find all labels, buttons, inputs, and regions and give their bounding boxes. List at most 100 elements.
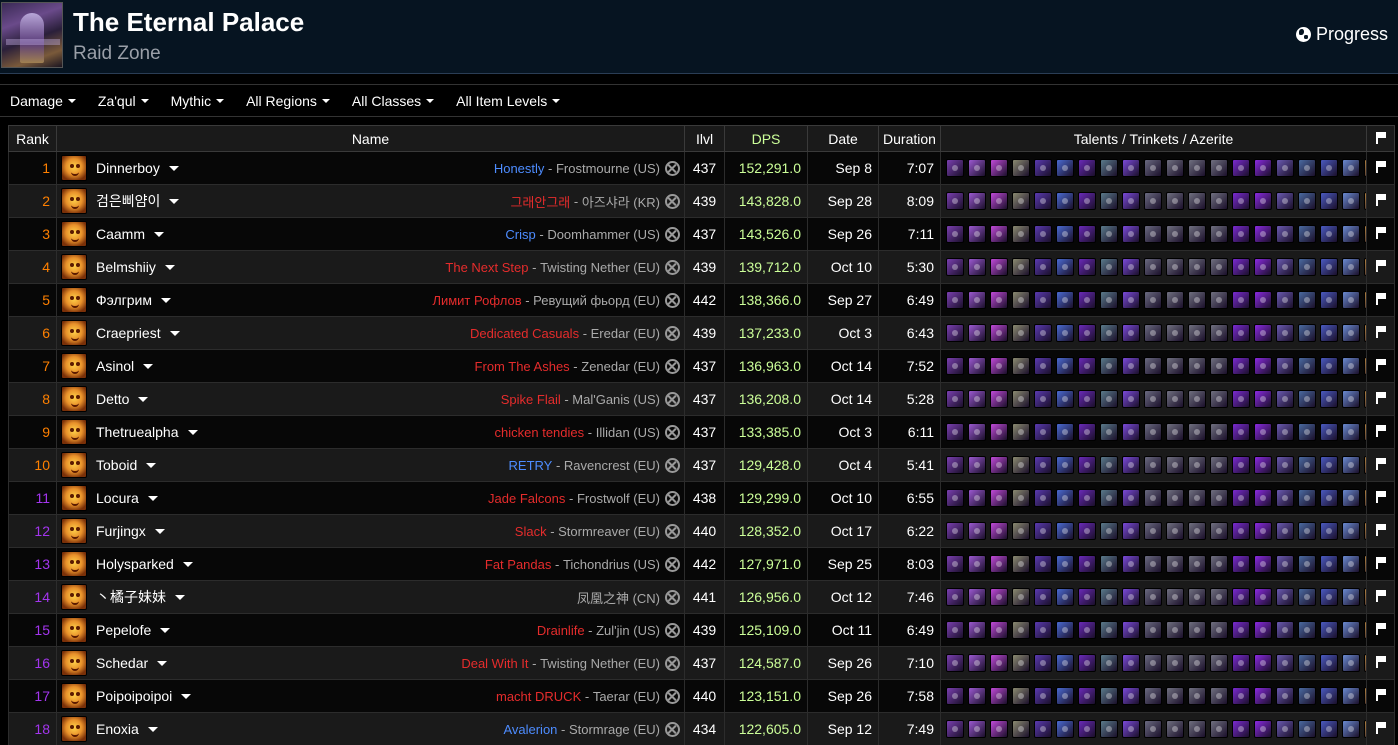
azerite-icon[interactable] <box>1210 489 1228 507</box>
talent-icon[interactable] <box>1012 324 1030 342</box>
flag-cell[interactable] <box>1366 349 1395 383</box>
flag-icon[interactable] <box>1375 524 1386 536</box>
azerite-icon[interactable] <box>1254 192 1272 210</box>
azerite-icon[interactable] <box>1342 720 1360 738</box>
azerite-icon[interactable] <box>1232 192 1250 210</box>
azerite-icon[interactable] <box>1210 357 1228 375</box>
azerite-icon[interactable] <box>1254 555 1272 573</box>
azerite-icon[interactable] <box>1210 258 1228 276</box>
azerite-icon[interactable] <box>1276 357 1294 375</box>
caret-down-icon[interactable] <box>157 660 168 666</box>
talent-icon[interactable] <box>968 720 986 738</box>
talent-icon[interactable] <box>1034 390 1052 408</box>
guild-name[interactable]: Dedicated Casuals <box>470 326 579 341</box>
azerite-icon[interactable] <box>1188 258 1206 276</box>
azerite-icon[interactable] <box>1298 654 1316 672</box>
close-icon[interactable] <box>665 655 680 671</box>
talent-icon[interactable] <box>1100 390 1118 408</box>
azerite-icon[interactable] <box>1210 621 1228 639</box>
azerite-icon[interactable] <box>1276 159 1294 177</box>
guild-name[interactable]: Jade Falcons <box>488 491 565 506</box>
talent-icon[interactable] <box>946 324 964 342</box>
talent-icon[interactable] <box>990 357 1008 375</box>
talent-icon[interactable] <box>1034 225 1052 243</box>
duration-cell[interactable]: 7:52 <box>878 349 941 383</box>
azerite-icon[interactable] <box>1232 456 1250 474</box>
duration-cell[interactable]: 6:11 <box>878 415 941 449</box>
talent-icon[interactable] <box>1100 225 1118 243</box>
table-row[interactable]: 4 Belmshiiy The Next Step - Twisting Nethe… <box>8 250 1395 284</box>
caret-down-icon[interactable] <box>168 165 179 171</box>
talent-icon[interactable] <box>946 522 964 540</box>
talent-icon[interactable] <box>1122 522 1140 540</box>
guild-name[interactable]: macht DRUCK <box>496 689 581 704</box>
table-row[interactable]: 8 Detto Spike Flail - Mal'Ganis (US) 437 136… <box>8 382 1395 416</box>
talent-icon[interactable] <box>1078 423 1096 441</box>
flag-cell[interactable] <box>1366 184 1395 218</box>
talent-icon[interactable] <box>1100 324 1118 342</box>
talent-icon[interactable] <box>946 720 964 738</box>
azerite-icon[interactable] <box>1320 456 1338 474</box>
close-icon[interactable] <box>665 259 680 275</box>
talent-icon[interactable] <box>1056 621 1074 639</box>
flag-cell[interactable] <box>1366 448 1395 482</box>
trinket-icon[interactable] <box>1166 687 1184 705</box>
filter-item-level[interactable]: All Item Levels <box>456 93 561 109</box>
azerite-icon[interactable] <box>1210 720 1228 738</box>
flag-icon[interactable] <box>1375 590 1386 602</box>
player-name[interactable]: Фэлгрим <box>96 292 152 308</box>
talent-icon[interactable] <box>1034 258 1052 276</box>
azerite-icon[interactable] <box>1254 456 1272 474</box>
talent-icon[interactable] <box>1012 621 1030 639</box>
talent-icon[interactable] <box>1078 588 1096 606</box>
talent-icon[interactable] <box>1100 258 1118 276</box>
col-duration[interactable]: Duration <box>878 125 941 152</box>
close-icon[interactable] <box>665 721 680 737</box>
azerite-icon[interactable] <box>1232 522 1250 540</box>
talent-icon[interactable] <box>1122 258 1140 276</box>
talent-icon[interactable] <box>1122 423 1140 441</box>
caret-down-icon[interactable] <box>143 363 154 369</box>
guild-name[interactable]: Лимит Рофлов <box>432 293 521 308</box>
duration-cell[interactable]: 6:49 <box>878 283 941 317</box>
azerite-icon[interactable] <box>1232 654 1250 672</box>
azerite-icon[interactable] <box>1342 456 1360 474</box>
guild-name[interactable]: chicken tendies <box>495 425 585 440</box>
trinket-icon[interactable] <box>1166 258 1184 276</box>
azerite-icon[interactable] <box>1232 555 1250 573</box>
azerite-icon[interactable] <box>1188 291 1206 309</box>
azerite-icon[interactable] <box>1320 522 1338 540</box>
azerite-icon[interactable] <box>1298 390 1316 408</box>
azerite-icon[interactable] <box>1276 654 1294 672</box>
talent-icon[interactable] <box>1122 555 1140 573</box>
talent-icon[interactable] <box>1078 555 1096 573</box>
talent-icon[interactable] <box>968 390 986 408</box>
player-name[interactable]: Belmshiiy <box>96 259 156 275</box>
azerite-icon[interactable] <box>1320 159 1338 177</box>
azerite-icon[interactable] <box>1254 654 1272 672</box>
table-row[interactable]: 17 Poipoipoipoi macht DRUCK - Taerar (EU) 4… <box>8 679 1395 713</box>
azerite-icon[interactable] <box>1254 357 1272 375</box>
talent-icon[interactable] <box>968 687 986 705</box>
talent-icon[interactable] <box>1122 456 1140 474</box>
talent-icon[interactable] <box>1122 324 1140 342</box>
talent-icon[interactable] <box>1100 588 1118 606</box>
guild-name[interactable]: Slack <box>515 524 547 539</box>
azerite-icon[interactable] <box>1276 225 1294 243</box>
azerite-icon[interactable] <box>1342 654 1360 672</box>
azerite-icon[interactable] <box>1320 192 1338 210</box>
flag-cell[interactable] <box>1366 217 1395 251</box>
azerite-icon[interactable] <box>1298 555 1316 573</box>
talent-icon[interactable] <box>1056 522 1074 540</box>
azerite-icon[interactable] <box>1254 225 1272 243</box>
col-rank[interactable]: Rank <box>8 125 57 152</box>
filter-class[interactable]: All Classes <box>352 93 435 109</box>
azerite-icon[interactable] <box>1210 522 1228 540</box>
azerite-icon[interactable] <box>1342 192 1360 210</box>
talent-icon[interactable] <box>1034 555 1052 573</box>
flag-icon[interactable] <box>1375 260 1386 272</box>
talent-icon[interactable] <box>1078 192 1096 210</box>
duration-cell[interactable]: 5:28 <box>878 382 941 416</box>
flag-cell[interactable] <box>1366 613 1395 647</box>
talent-icon[interactable] <box>990 588 1008 606</box>
